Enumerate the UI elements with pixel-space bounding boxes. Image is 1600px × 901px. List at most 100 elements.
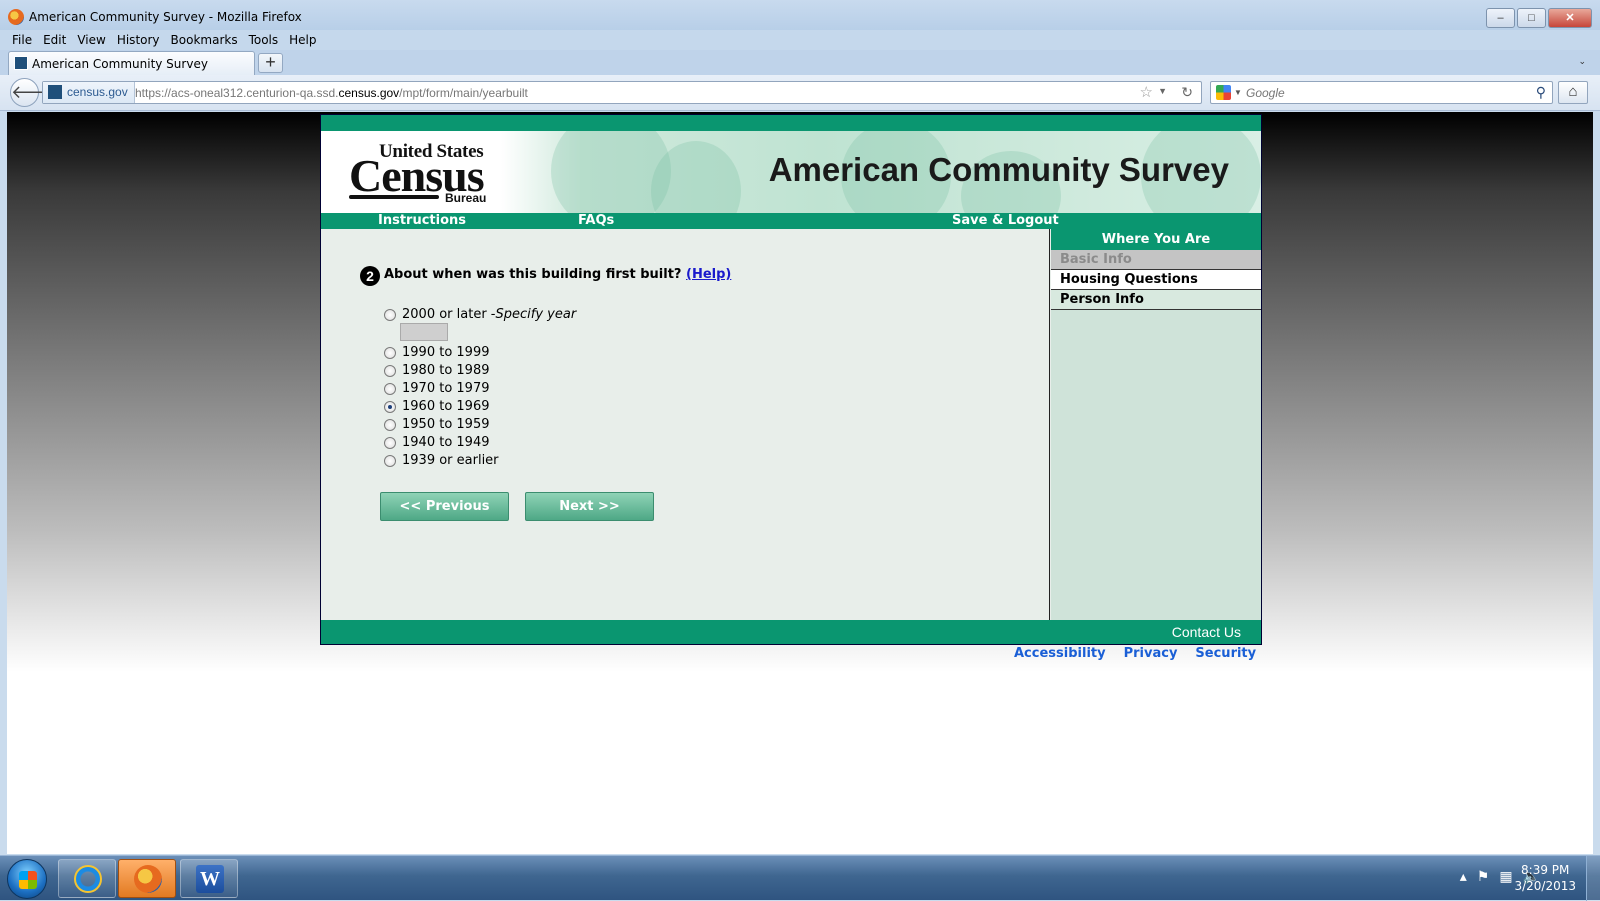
minimize-button[interactable]: – bbox=[1486, 8, 1515, 28]
site-favicon-icon bbox=[48, 85, 62, 99]
faqs-link[interactable]: FAQs bbox=[578, 213, 614, 229]
option-label: 2000 or later - bbox=[402, 307, 496, 322]
sidebar-item-housing-questions[interactable]: Housing Questions bbox=[1051, 270, 1261, 290]
show-desktop-button[interactable] bbox=[1586, 856, 1600, 901]
radio-1980-1989[interactable] bbox=[384, 364, 396, 377]
network-icon[interactable]: ▦ bbox=[1499, 868, 1512, 885]
option-1940-1949[interactable]: 1940 to 1949 bbox=[384, 435, 489, 450]
site-identity-label: census.gov bbox=[67, 85, 128, 99]
clock[interactable]: 8:39 PM 3/20/2013 bbox=[1514, 862, 1576, 894]
save-logout-link[interactable]: Save & Logout bbox=[952, 213, 1059, 229]
question-number: 2 bbox=[360, 266, 380, 286]
tab-bar: American Community Survey + ⌄ bbox=[0, 50, 1600, 75]
sidebar-item-person-info[interactable]: Person Info bbox=[1051, 290, 1261, 310]
reload-icon[interactable]: ↻ bbox=[1181, 84, 1193, 101]
menu-help[interactable]: Help bbox=[289, 30, 316, 50]
windows-logo-icon bbox=[19, 871, 37, 889]
radio-1990-1999[interactable] bbox=[384, 346, 396, 359]
sidebar-heading: Where You Are bbox=[1051, 229, 1261, 250]
url-text[interactable]: https://acs-oneal312.centurion-qa.ssd.ce… bbox=[135, 86, 528, 100]
option-label: 1960 to 1969 bbox=[402, 399, 490, 414]
firefox-taskbar-icon bbox=[134, 865, 162, 893]
option-label: 1940 to 1949 bbox=[402, 435, 490, 450]
bookmark-star-icon[interactable]: ☆ bbox=[1140, 83, 1153, 101]
privacy-link[interactable]: Privacy bbox=[1124, 646, 1178, 661]
google-icon[interactable] bbox=[1216, 85, 1231, 100]
tab-list-icon[interactable]: ⌄ bbox=[1578, 56, 1586, 67]
url-domain: census.gov bbox=[338, 86, 400, 100]
tray-expand-icon[interactable]: ▴ bbox=[1460, 868, 1467, 885]
url-path: /mpt/form/main/yearbuilt bbox=[399, 86, 528, 100]
option-1950-1959[interactable]: 1950 to 1959 bbox=[384, 417, 489, 432]
search-placeholder: Google bbox=[1246, 86, 1285, 100]
url-bar[interactable]: census.gov https://acs-oneal312.centurio… bbox=[42, 81, 1202, 104]
year-input[interactable] bbox=[400, 323, 448, 341]
page-title: American Community Survey bbox=[768, 151, 1229, 188]
option-1980-1989[interactable]: 1980 to 1989 bbox=[384, 363, 489, 378]
census-bureau-logo[interactable]: United States Census Bureau bbox=[349, 141, 499, 205]
option-1939-or-earlier[interactable]: 1939 or earlier bbox=[384, 453, 499, 468]
top-strip bbox=[321, 115, 1261, 131]
main-area: 2 About when was this building first bui… bbox=[321, 229, 1261, 620]
logo-underline bbox=[349, 195, 439, 199]
taskbar-internet-explorer[interactable] bbox=[58, 859, 116, 898]
menu-edit[interactable]: Edit bbox=[43, 30, 66, 50]
new-tab-button[interactable]: + bbox=[258, 53, 283, 73]
option-1970-1979[interactable]: 1970 to 1979 bbox=[384, 381, 489, 396]
menu-tools[interactable]: Tools bbox=[249, 30, 279, 50]
help-link[interactable]: (Help) bbox=[686, 267, 731, 282]
radio-1970-1979[interactable] bbox=[384, 382, 396, 395]
next-button[interactable]: Next >> bbox=[525, 492, 654, 521]
search-bar[interactable]: ▼ Google ⚲ bbox=[1210, 81, 1553, 104]
clock-time: 8:39 PM bbox=[1521, 863, 1570, 877]
action-center-flag-icon[interactable]: ⚑ bbox=[1477, 868, 1490, 885]
option-label: 1939 or earlier bbox=[402, 453, 499, 468]
internet-explorer-icon bbox=[74, 865, 102, 893]
instructions-link[interactable]: Instructions bbox=[378, 213, 466, 229]
menu-bookmarks[interactable]: Bookmarks bbox=[171, 30, 238, 50]
site-identity-button[interactable]: census.gov bbox=[43, 82, 135, 103]
search-engine-dropdown-icon[interactable]: ▼ bbox=[1234, 88, 1242, 97]
menu-history[interactable]: History bbox=[117, 30, 160, 50]
start-button[interactable] bbox=[7, 859, 47, 899]
option-1990-1999[interactable]: 1990 to 1999 bbox=[384, 345, 489, 360]
tab-active[interactable]: American Community Survey bbox=[8, 51, 255, 75]
maximize-button[interactable]: □ bbox=[1517, 8, 1546, 28]
contact-us-link[interactable]: Contact Us bbox=[1172, 624, 1241, 640]
url-prefix: https://acs-oneal312.centurion-qa.ssd. bbox=[135, 86, 339, 100]
close-button[interactable]: ✕ bbox=[1548, 8, 1592, 28]
radio-2000-or-later[interactable] bbox=[384, 308, 396, 321]
home-button[interactable]: ⌂ bbox=[1558, 81, 1588, 104]
survey-page: United States Census Bureau American Com… bbox=[320, 114, 1262, 645]
taskbar-firefox[interactable] bbox=[118, 859, 176, 898]
back-button[interactable]: 🡐 bbox=[10, 78, 59, 107]
survey-nav: Instructions FAQs Save & Logout bbox=[321, 213, 1261, 229]
question-text: About when was this building first built… bbox=[384, 267, 731, 282]
security-link[interactable]: Security bbox=[1195, 646, 1256, 661]
search-icon[interactable]: ⚲ bbox=[1536, 84, 1546, 101]
previous-button[interactable]: << Previous bbox=[380, 492, 509, 521]
option-1960-1969[interactable]: 1960 to 1969 bbox=[384, 399, 489, 414]
taskbar: W ▴ ⚑ ▦ 🔈 8:39 PM 3/20/2013 bbox=[0, 855, 1600, 901]
logo-bureau: Bureau bbox=[445, 191, 487, 205]
taskbar-word[interactable]: W bbox=[180, 859, 238, 898]
footer-links: Accessibility Privacy Security bbox=[1014, 646, 1256, 661]
option-note: Specify year bbox=[495, 307, 577, 322]
option-label: 1950 to 1959 bbox=[402, 417, 490, 432]
option-2000-or-later[interactable]: 2000 or later - Specify year bbox=[384, 307, 576, 322]
where-you-are-sidebar: Where You Are Basic Info Housing Questio… bbox=[1051, 229, 1261, 620]
question-label: About when was this building first built… bbox=[384, 267, 682, 282]
window-titlebar: American Community Survey - Mozilla Fire… bbox=[0, 0, 1600, 30]
menu-file[interactable]: File bbox=[12, 30, 32, 50]
page-footer: Contact Us bbox=[321, 620, 1261, 644]
sidebar-item-basic-info[interactable]: Basic Info bbox=[1051, 250, 1261, 270]
radio-1939-or-earlier[interactable] bbox=[384, 454, 396, 467]
accessibility-link[interactable]: Accessibility bbox=[1014, 646, 1106, 661]
header-banner: United States Census Bureau American Com… bbox=[321, 131, 1261, 213]
radio-1940-1949[interactable] bbox=[384, 436, 396, 449]
radio-1960-1969[interactable] bbox=[384, 400, 396, 413]
page-viewport: United States Census Bureau American Com… bbox=[7, 112, 1593, 854]
menu-view[interactable]: View bbox=[77, 30, 105, 50]
radio-1950-1959[interactable] bbox=[384, 418, 396, 431]
url-history-dropdown-icon[interactable]: ▼ bbox=[1158, 86, 1167, 96]
